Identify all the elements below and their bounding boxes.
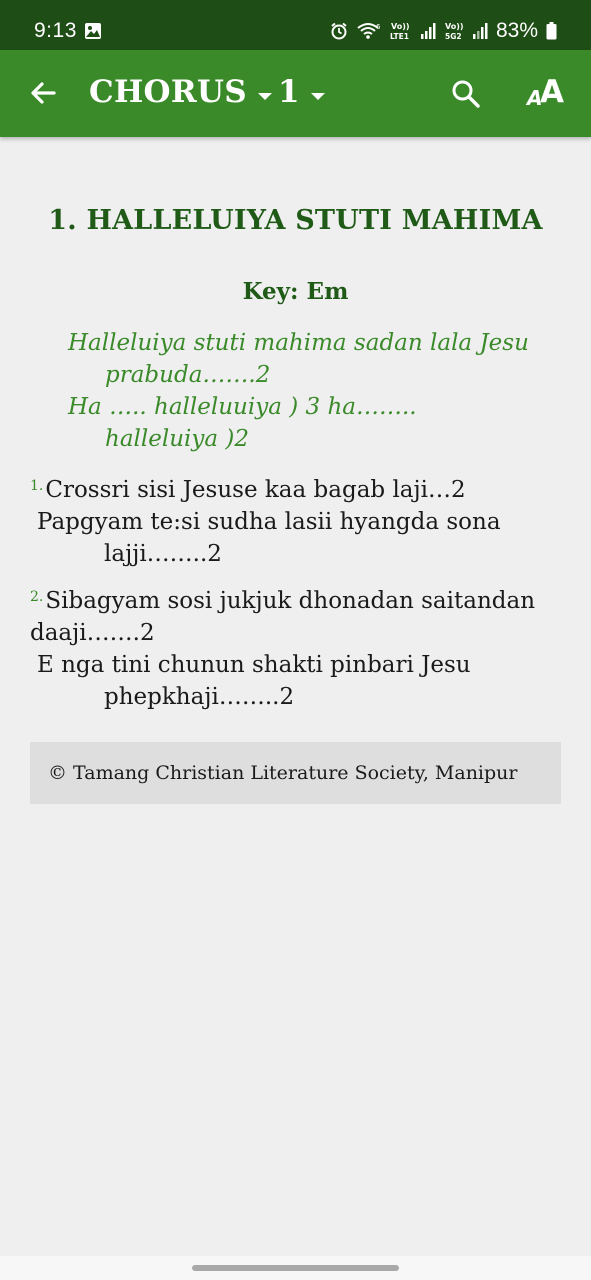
chorus-line: Halleluiya stuti mahima sadan lala Jesu: [68, 330, 529, 356]
verse-line-text: Sibagyam sosi jukjuk dhonadan saitandan …: [30, 588, 536, 646]
chorus-lyrics: Halleluiya stuti mahima sadan lala Jesu …: [68, 327, 558, 455]
status-time: 9:13: [34, 19, 77, 42]
app-bar: CHORUS 1 A A: [0, 50, 591, 137]
alarm-icon: [330, 22, 348, 40]
back-button[interactable]: [26, 78, 60, 112]
svg-text:Vo)): Vo)): [445, 22, 464, 31]
font-size-big-a: A: [540, 74, 564, 110]
verse-1: 1.Crossri sisi Jesuse kaa bagab laji…2 P…: [30, 470, 560, 570]
svg-text:5G2: 5G2: [445, 32, 462, 41]
song-title: 1. HALLELUIYA STUTI MAHIMA: [48, 205, 543, 236]
search-icon: [450, 80, 482, 114]
category-dropdown[interactable]: CHORUS: [89, 74, 273, 110]
number-dropdown[interactable]: 1: [278, 74, 326, 110]
verse-number: 2.: [30, 589, 44, 605]
home-indicator[interactable]: [192, 1265, 399, 1271]
verse-line: 2.Sibagyam sosi jukjuk dhonadan saitanda…: [30, 581, 560, 649]
svg-text:LTE1: LTE1: [390, 32, 409, 41]
navigation-bar: [0, 1256, 591, 1280]
battery-percent: 83%: [495, 19, 538, 42]
font-size-button[interactable]: A A: [527, 74, 569, 112]
chorus-line: prabuda…….2: [105, 362, 271, 388]
verse-line-text: Crossri sisi Jesuse kaa bagab laji…2: [45, 477, 466, 503]
copyright-notice: © Tamang Christian Literature Society, M…: [30, 742, 561, 804]
svg-text:Vo)): Vo)): [391, 22, 410, 31]
verse-line: phepkhaji……..2: [104, 684, 295, 710]
category-label: CHORUS: [89, 74, 247, 110]
status-icons: 6 Vo)) LTE1 Vo)) 5G2 83%: [330, 19, 557, 43]
status-bar: 9:13 6 Vo)) LTE1 Vo)) 5G2 83%: [0, 0, 591, 50]
chorus-line: Ha ….. halleluuiya ) 3 ha……..: [68, 394, 417, 420]
volte-5g-icon: Vo)) 5G2: [444, 21, 464, 41]
verse-line: 1.Crossri sisi Jesuse kaa bagab laji…2: [30, 470, 560, 506]
signal-icon: [472, 22, 488, 40]
battery-icon: [546, 22, 557, 40]
song-key: Key: Em: [242, 278, 349, 305]
verse-line: E nga tini chunun shakti pinbari Jesu: [37, 652, 471, 678]
number-label: 1: [278, 74, 300, 110]
chevron-down-icon: [310, 74, 326, 110]
gallery-icon: [84, 22, 102, 46]
verse-number: 1.: [30, 478, 44, 494]
arrow-back-icon: [28, 78, 58, 112]
wifi-icon: 6: [356, 21, 382, 41]
verse-line: lajji……..2: [104, 541, 222, 567]
search-button[interactable]: [450, 78, 484, 112]
verse-2: 2.Sibagyam sosi jukjuk dhonadan saitanda…: [30, 581, 560, 713]
svg-text:6: 6: [376, 23, 381, 31]
chevron-down-icon: [257, 74, 273, 110]
signal-icon: [420, 22, 436, 40]
verse-line: Papgyam te:si sudha lasii hyangda sona: [37, 509, 501, 535]
volte-lte1-icon: Vo)) LTE1: [390, 21, 412, 41]
chorus-line: halleluiya )2: [105, 426, 249, 452]
